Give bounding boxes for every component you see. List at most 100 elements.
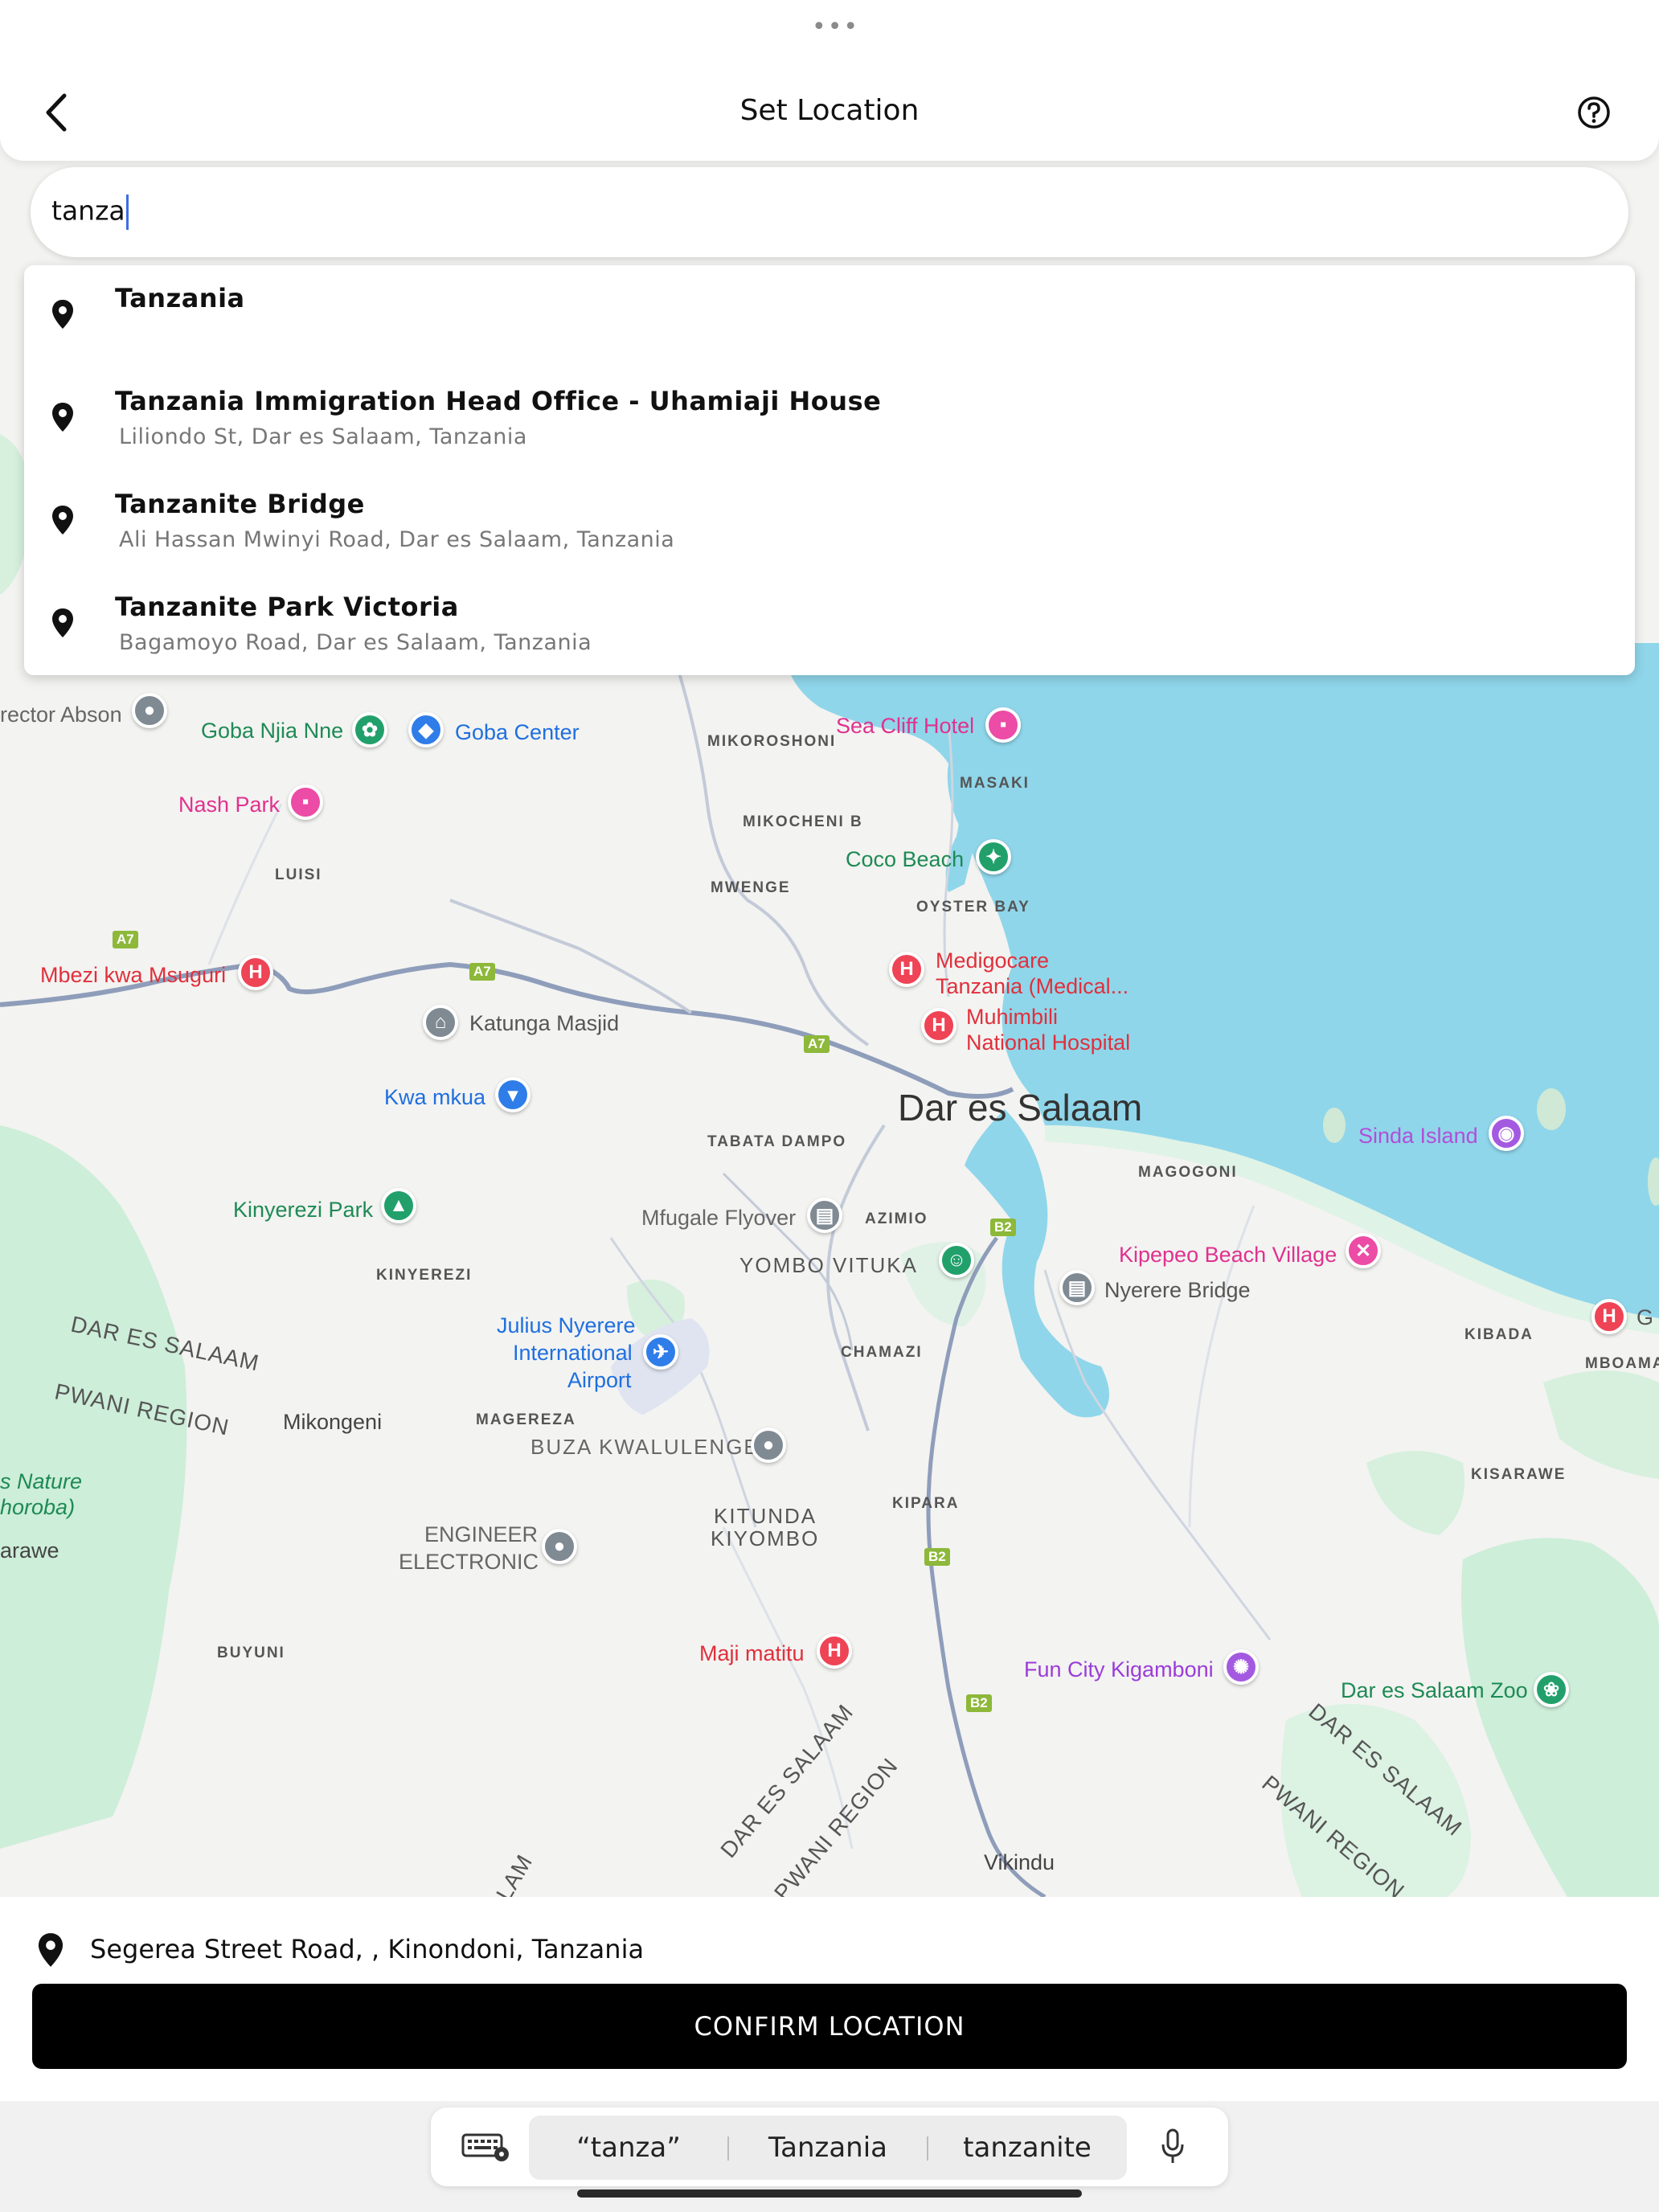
beach-icon[interactable]: ✦ [976, 839, 1011, 875]
place-icon[interactable]: ● [751, 1428, 786, 1463]
poi-label: Medigocare [936, 948, 1050, 973]
area-label: MASAKI [960, 775, 1030, 792]
hospital-icon[interactable]: H [817, 1633, 852, 1669]
confirm-location-button[interactable]: CONFIRM LOCATION [32, 1984, 1627, 2069]
suggestion-item[interactable]: Tanzanite Bridge Ali Hassan Mwinyi Road,… [24, 471, 1635, 574]
tree-icon[interactable]: ▲ [381, 1188, 416, 1223]
suggestion-item[interactable]: Tanzania Immigration Head Office - Uhami… [24, 368, 1635, 471]
top-navigation-bar: ••• Set Location [0, 0, 1659, 161]
poi-label: Nash Park [178, 793, 281, 817]
poi-label: International [513, 1341, 633, 1365]
area-label: KITUNDA [714, 1504, 817, 1528]
place-icon[interactable]: ☺ [939, 1243, 974, 1278]
hospital-icon[interactable]: H [889, 952, 924, 987]
more-dots-icon[interactable]: ••• [812, 13, 859, 41]
road-shield: A7 [469, 963, 495, 981]
selected-address: Segerea Street Road, , Kinondoni, Tanzan… [90, 1934, 645, 1964]
suggestion-item[interactable]: Tanzanite Park Victoria Bagamoyo Road, D… [24, 574, 1635, 677]
area-label: OYSTER BAY [916, 899, 1030, 916]
road-shield: B2 [924, 1548, 950, 1566]
area-label: KIPARA [892, 1495, 960, 1512]
place-label: horoba) [0, 1495, 76, 1519]
poi-label: Kipepeo Beach Village [1119, 1243, 1337, 1267]
road-shield: B2 [990, 1219, 1016, 1236]
area-label: MIKOROSHONI [707, 733, 837, 750]
airport-icon[interactable]: ✈ [643, 1334, 678, 1370]
place-label: arawe [0, 1538, 59, 1563]
place-label: ENGINEER [424, 1522, 539, 1546]
prediction-quoted[interactable]: “tanza” [529, 2116, 728, 2180]
prediction-bar: “tanza” Tanzania tanzanite [529, 2116, 1127, 2180]
place-icon[interactable]: ● [132, 693, 167, 728]
cart-icon[interactable]: ▾ [495, 1077, 530, 1112]
keyboard-toolbar: “tanza” Tanzania tanzanite [431, 2108, 1228, 2186]
suggestion-list: Tanzania Tanzania Immigration Head Offic… [24, 265, 1635, 675]
area-label: KINYEREZI [376, 1267, 473, 1284]
location-pin-icon [52, 403, 73, 432]
help-icon[interactable] [1577, 96, 1611, 129]
search-input[interactable]: tanza [31, 167, 1628, 257]
poi-label: Nyerere Bridge [1104, 1278, 1251, 1302]
area-label: TABATA DAMPO [707, 1133, 847, 1150]
area-label: MIKOCHENI B [743, 813, 863, 830]
area-label: LUISI [275, 866, 322, 883]
place-label: rector Abson [0, 703, 122, 727]
place-label: G [1636, 1305, 1654, 1329]
hospital-icon[interactable]: H [921, 1008, 956, 1043]
place-label: s Nature [0, 1469, 83, 1493]
mosque-icon[interactable]: ⌂ [423, 1005, 458, 1040]
suggestion-address: Bagamoyo Road, Dar es Salaam, Tanzania [119, 630, 592, 655]
poi-label: Katunga Masjid [469, 1011, 620, 1035]
poi-label: Goba Njia Nne [201, 719, 344, 743]
poi-label: Fun City Kigamboni [1024, 1657, 1214, 1682]
suggestion-name: Tanzania [115, 283, 245, 313]
poi-label: Sinda Island [1358, 1124, 1478, 1148]
poi-label: Kwa mkua [384, 1085, 486, 1109]
suggestion-item[interactable]: Tanzania [24, 265, 1635, 368]
poi-label: Kinyerezi Park [233, 1198, 374, 1222]
bridge-icon[interactable]: ▤ [807, 1198, 842, 1233]
location-pin-icon [52, 506, 73, 535]
poi-label: Dar es Salaam Zoo [1341, 1678, 1528, 1702]
shopping-icon[interactable]: ◆ [408, 712, 444, 748]
poi-label: Sea Cliff Hotel [836, 714, 975, 738]
area-label: YOMBO VITUKA [739, 1253, 918, 1277]
hospital-icon[interactable]: H [1591, 1299, 1627, 1334]
area-label: MWENGE [711, 879, 791, 896]
place-label: Vikindu [984, 1850, 1055, 1874]
poi-label: National Hospital [966, 1030, 1131, 1055]
attraction-icon[interactable]: ✺ [1223, 1649, 1259, 1685]
hotel-icon[interactable]: ▪ [288, 784, 323, 820]
poi-label: Maji matitu [699, 1641, 805, 1665]
camera-icon[interactable]: ◉ [1489, 1116, 1524, 1151]
location-pin-icon [38, 1933, 63, 1967]
paw-icon[interactable]: ❀ [1534, 1672, 1569, 1707]
poi-label: Goba Center [455, 720, 580, 744]
poi-label: Mfugale Flyover [641, 1206, 797, 1230]
bridge-icon[interactable]: ▤ [1059, 1270, 1095, 1305]
place-label: ELECTRONIC [399, 1550, 539, 1574]
suggestion-address: Ali Hassan Mwinyi Road, Dar es Salaam, T… [119, 527, 675, 552]
beach-umbrella-icon[interactable]: ✕ [1346, 1233, 1381, 1268]
location-pin-icon [52, 300, 73, 329]
road-shield: B2 [966, 1694, 992, 1712]
area-label: BUYUNI [217, 1645, 285, 1661]
text-caret [125, 195, 129, 230]
keyboard-icon[interactable] [461, 2132, 510, 2162]
home-indicator[interactable] [577, 2189, 1082, 2198]
city-label: Dar es Salaam [898, 1087, 1143, 1129]
prediction-item[interactable]: tanzanite [928, 2116, 1127, 2180]
area-label: KIBADA [1464, 1326, 1534, 1343]
park-icon[interactable]: ✿ [352, 712, 387, 748]
suggestion-name: Tanzania Immigration Head Office - Uhami… [115, 386, 882, 416]
hospital-icon[interactable]: H [238, 955, 273, 990]
keyboard-assistant-bar: “tanza” Tanzania tanzanite [0, 2101, 1659, 2212]
hotel-icon[interactable]: ▪ [985, 707, 1021, 743]
prediction-item[interactable]: Tanzania [728, 2116, 928, 2180]
microphone-icon[interactable] [1161, 2128, 1185, 2165]
location-pin-icon [52, 608, 73, 637]
place-icon[interactable]: ● [542, 1529, 577, 1564]
place-label: Mikongeni [283, 1410, 383, 1434]
area-label: KISARAWE [1471, 1466, 1567, 1483]
area-label: BUZA KWALULENGE [530, 1435, 760, 1459]
